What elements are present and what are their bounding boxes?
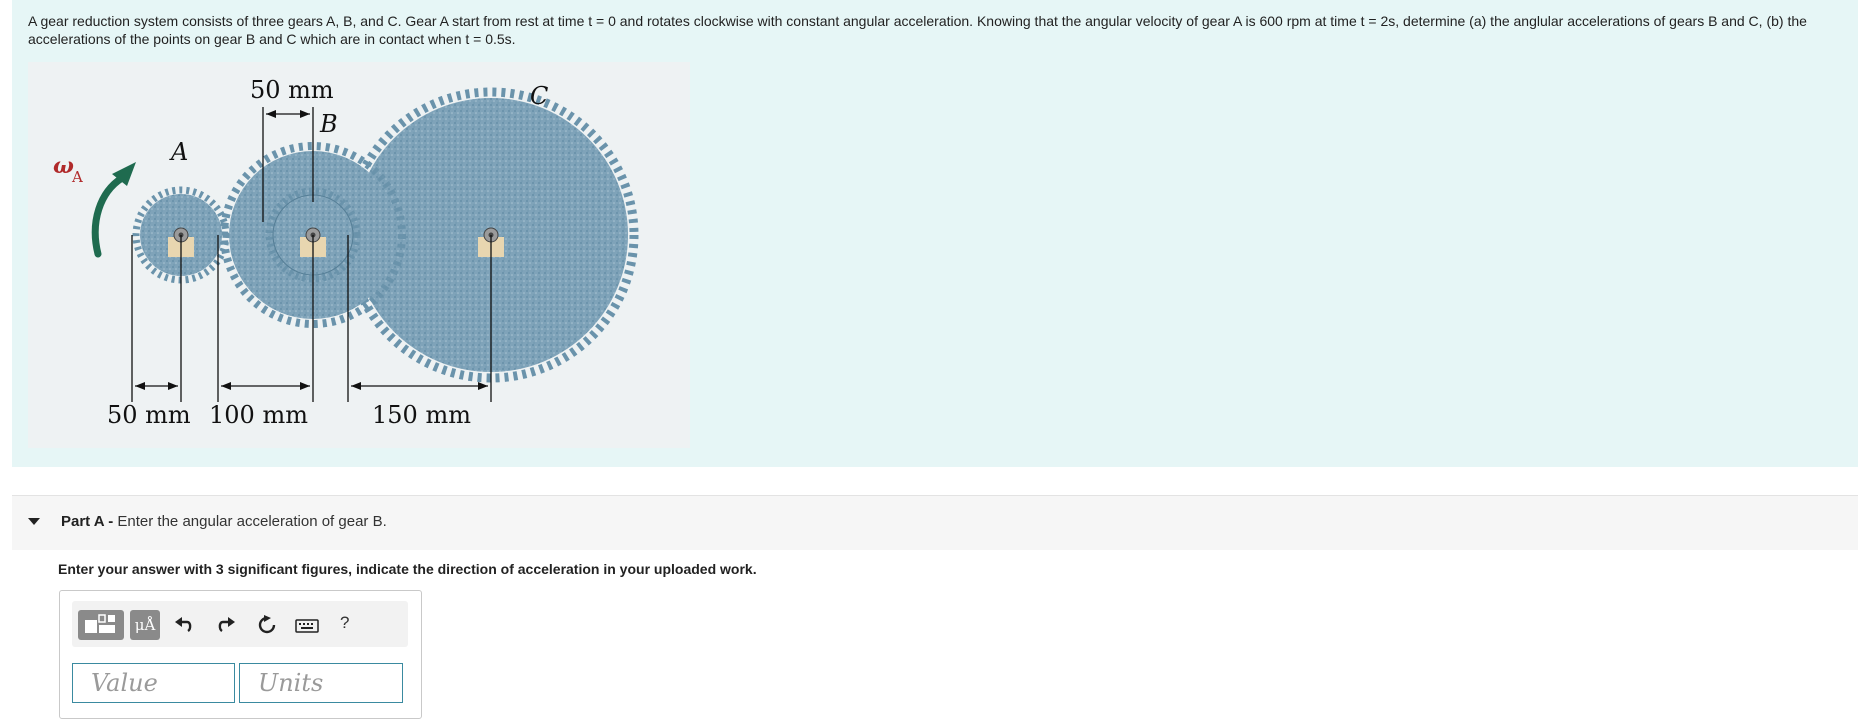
omega-arrow <box>91 162 136 258</box>
part-a-question: Enter the angular acceleration of gear B… <box>117 513 387 530</box>
part-a-instructions: Enter your answer with 3 significant fig… <box>58 561 757 577</box>
omega-label: ω <box>53 153 74 179</box>
gear-c-label: C <box>530 82 548 110</box>
units-input[interactable]: Units <box>239 663 403 703</box>
gear-diagram: 50 mm B C A ω A 50 mm 100 mm 150 mm <box>53 76 639 429</box>
omega-subscript: A <box>71 168 83 186</box>
units-button[interactable]: μÅ <box>130 610 160 640</box>
part-a-header[interactable]: Part A - Enter the angular acceleration … <box>12 496 1858 550</box>
gear-b-label: B <box>319 110 338 138</box>
gear-a-label: A <box>169 138 188 166</box>
templates-button[interactable] <box>78 610 124 640</box>
reset-icon[interactable] <box>256 614 278 636</box>
problem-panel: A gear reduction system consists of thre… <box>12 0 1858 467</box>
templates-icon <box>85 614 115 633</box>
help-button[interactable]: ? <box>340 613 349 633</box>
dim-top-label: 50 mm <box>250 76 334 104</box>
part-a-label: Part A - <box>61 513 114 530</box>
part-a-title: Part A - Enter the angular acceleration … <box>61 513 387 530</box>
problem-statement: A gear reduction system consists of thre… <box>28 13 1807 47</box>
gear-figure: 50 mm B C A ω A 50 mm 100 mm 150 mm <box>28 62 690 448</box>
redo-icon[interactable] <box>215 614 237 636</box>
math-toolbar: μÅ ? <box>72 601 408 647</box>
collapse-caret-icon[interactable] <box>28 518 40 525</box>
dim-b-label: 100 mm <box>209 401 308 429</box>
undo-icon[interactable] <box>173 614 195 636</box>
answer-box: μÅ ? Value Units <box>59 590 422 719</box>
dim-a-label: 50 mm <box>107 401 191 429</box>
dim-c-label: 150 mm <box>372 401 471 429</box>
keyboard-icon[interactable] <box>294 614 320 636</box>
value-input[interactable]: Value <box>72 663 235 703</box>
